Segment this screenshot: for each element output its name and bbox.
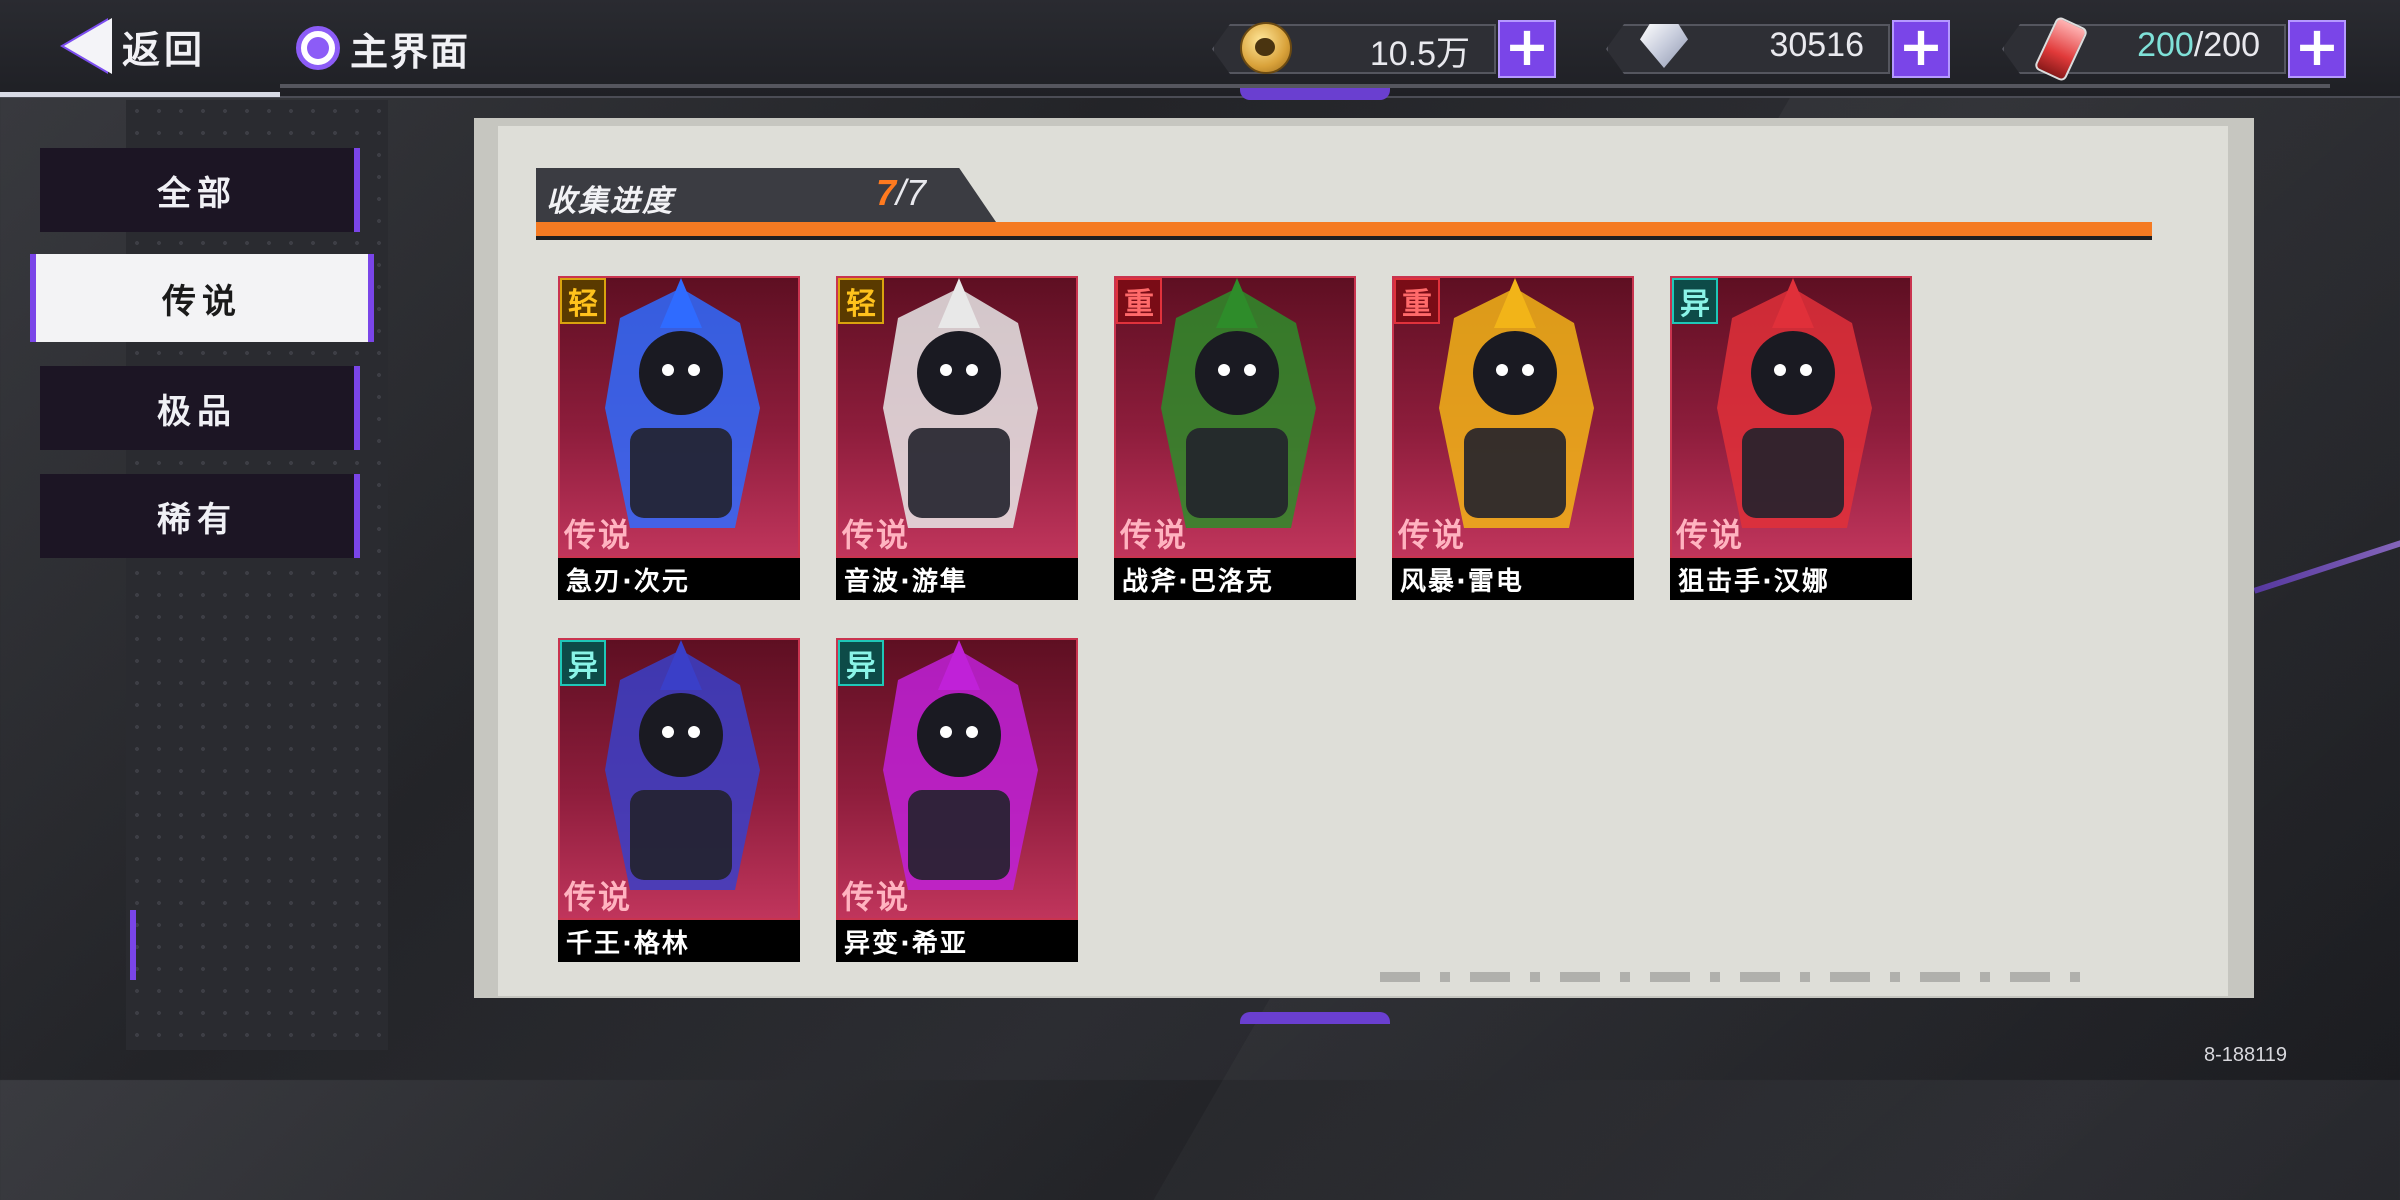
collection-progress-fill bbox=[536, 222, 2152, 236]
sidebar-item-label: 全部 bbox=[157, 173, 237, 214]
hero-rarity-label: 传说 bbox=[1676, 516, 1745, 554]
version-label: 8-188119 bbox=[2204, 1044, 2288, 1066]
collection-progress-label: 收集进度 bbox=[546, 184, 674, 219]
hero-card[interactable]: 轻传说音波·游隼 bbox=[836, 276, 1078, 600]
hero-card[interactable]: 轻传说急刃·次元 bbox=[558, 276, 800, 600]
hero-rarity-label: 传说 bbox=[842, 878, 911, 916]
plus-icon: + bbox=[2294, 15, 2340, 78]
sidebar-item-label: 极品 bbox=[157, 391, 237, 432]
footer-decoration bbox=[1380, 972, 2100, 982]
hero-card[interactable]: 异传说异变·希亚 bbox=[836, 638, 1078, 962]
energy-value: 200/200 bbox=[2137, 26, 2260, 64]
sidebar-item-rare[interactable]: 稀有 bbox=[40, 474, 360, 558]
back-arrow-icon bbox=[64, 18, 112, 74]
add-coins-button[interactable]: + bbox=[1498, 20, 1556, 78]
energy-max: 200 bbox=[2203, 26, 2260, 64]
top-bar-highlight bbox=[0, 92, 280, 97]
add-energy-button[interactable]: + bbox=[2288, 20, 2346, 78]
coin-value: 10.5万 bbox=[1369, 35, 1470, 73]
back-button[interactable]: 返回 bbox=[64, 14, 206, 78]
coin-icon bbox=[1240, 22, 1292, 74]
panel-notch-top bbox=[1240, 88, 1390, 100]
hero-name: 音波·游隼 bbox=[836, 558, 1078, 600]
hero-rarity-label: 传说 bbox=[842, 516, 911, 554]
home-ring-icon bbox=[296, 26, 340, 70]
hero-rarity-label: 传说 bbox=[1398, 516, 1467, 554]
home-button[interactable]: 主界面 bbox=[296, 18, 470, 78]
gem-resource: 30516 + bbox=[1606, 18, 1956, 78]
hero-card[interactable]: 异传说狙击手·汉娜 bbox=[1670, 276, 1912, 600]
energy-resource: 200/200 + bbox=[2002, 15, 2352, 83]
hero-name: 异变·希亚 bbox=[836, 920, 1078, 962]
back-label: 返回 bbox=[122, 27, 207, 72]
add-gems-button[interactable]: + bbox=[1892, 20, 1950, 78]
hero-card[interactable]: 异传说千王·格林 bbox=[558, 638, 800, 962]
sidebar-item-legendary[interactable]: 传说 bbox=[30, 254, 374, 342]
hero-class-badge: 重 bbox=[1116, 278, 1162, 324]
hero-rarity-label: 传说 bbox=[564, 878, 633, 916]
hero-class-badge: 轻 bbox=[838, 278, 884, 324]
coin-resource: 10.5万 + bbox=[1212, 18, 1562, 78]
hero-name: 急刃·次元 bbox=[558, 558, 800, 600]
collection-progress-count: 7/7 bbox=[876, 172, 927, 213]
hero-class-badge: 异 bbox=[838, 640, 884, 686]
hero-class-badge: 异 bbox=[1672, 278, 1718, 324]
panel-notch-bottom bbox=[1240, 1012, 1390, 1024]
energy-current: 200 bbox=[2137, 26, 2194, 64]
sidebar-accent bbox=[130, 910, 136, 980]
sidebar-item-all[interactable]: 全部 bbox=[40, 148, 360, 232]
hero-rarity-label: 传说 bbox=[564, 516, 633, 554]
hero-class-badge: 轻 bbox=[560, 278, 606, 324]
hero-class-badge: 重 bbox=[1394, 278, 1440, 324]
hero-card[interactable]: 重传说风暴·雷电 bbox=[1392, 276, 1634, 600]
hero-name: 千王·格林 bbox=[558, 920, 800, 962]
sidebar-panel bbox=[126, 100, 388, 1050]
sidebar-item-label: 稀有 bbox=[157, 499, 237, 540]
gem-value: 30516 bbox=[1769, 26, 1864, 64]
hero-name: 狙击手·汉娜 bbox=[1670, 558, 1912, 600]
plus-icon: + bbox=[1504, 15, 1550, 78]
collection-current: 7 bbox=[876, 172, 897, 213]
hero-name: 风暴·雷电 bbox=[1392, 558, 1634, 600]
plus-icon: + bbox=[1898, 15, 1944, 78]
home-label: 主界面 bbox=[350, 29, 471, 74]
collection-progress-bar bbox=[536, 222, 2152, 240]
hero-name: 战斧·巴洛克 bbox=[1114, 558, 1356, 600]
hero-class-badge: 异 bbox=[560, 640, 606, 686]
hero-card[interactable]: 重传说战斧·巴洛克 bbox=[1114, 276, 1356, 600]
hero-rarity-label: 传说 bbox=[1120, 516, 1189, 554]
collection-total: 7 bbox=[906, 172, 927, 213]
sidebar-item-label: 传说 bbox=[162, 281, 242, 322]
sidebar-item-epic[interactable]: 极品 bbox=[40, 366, 360, 450]
